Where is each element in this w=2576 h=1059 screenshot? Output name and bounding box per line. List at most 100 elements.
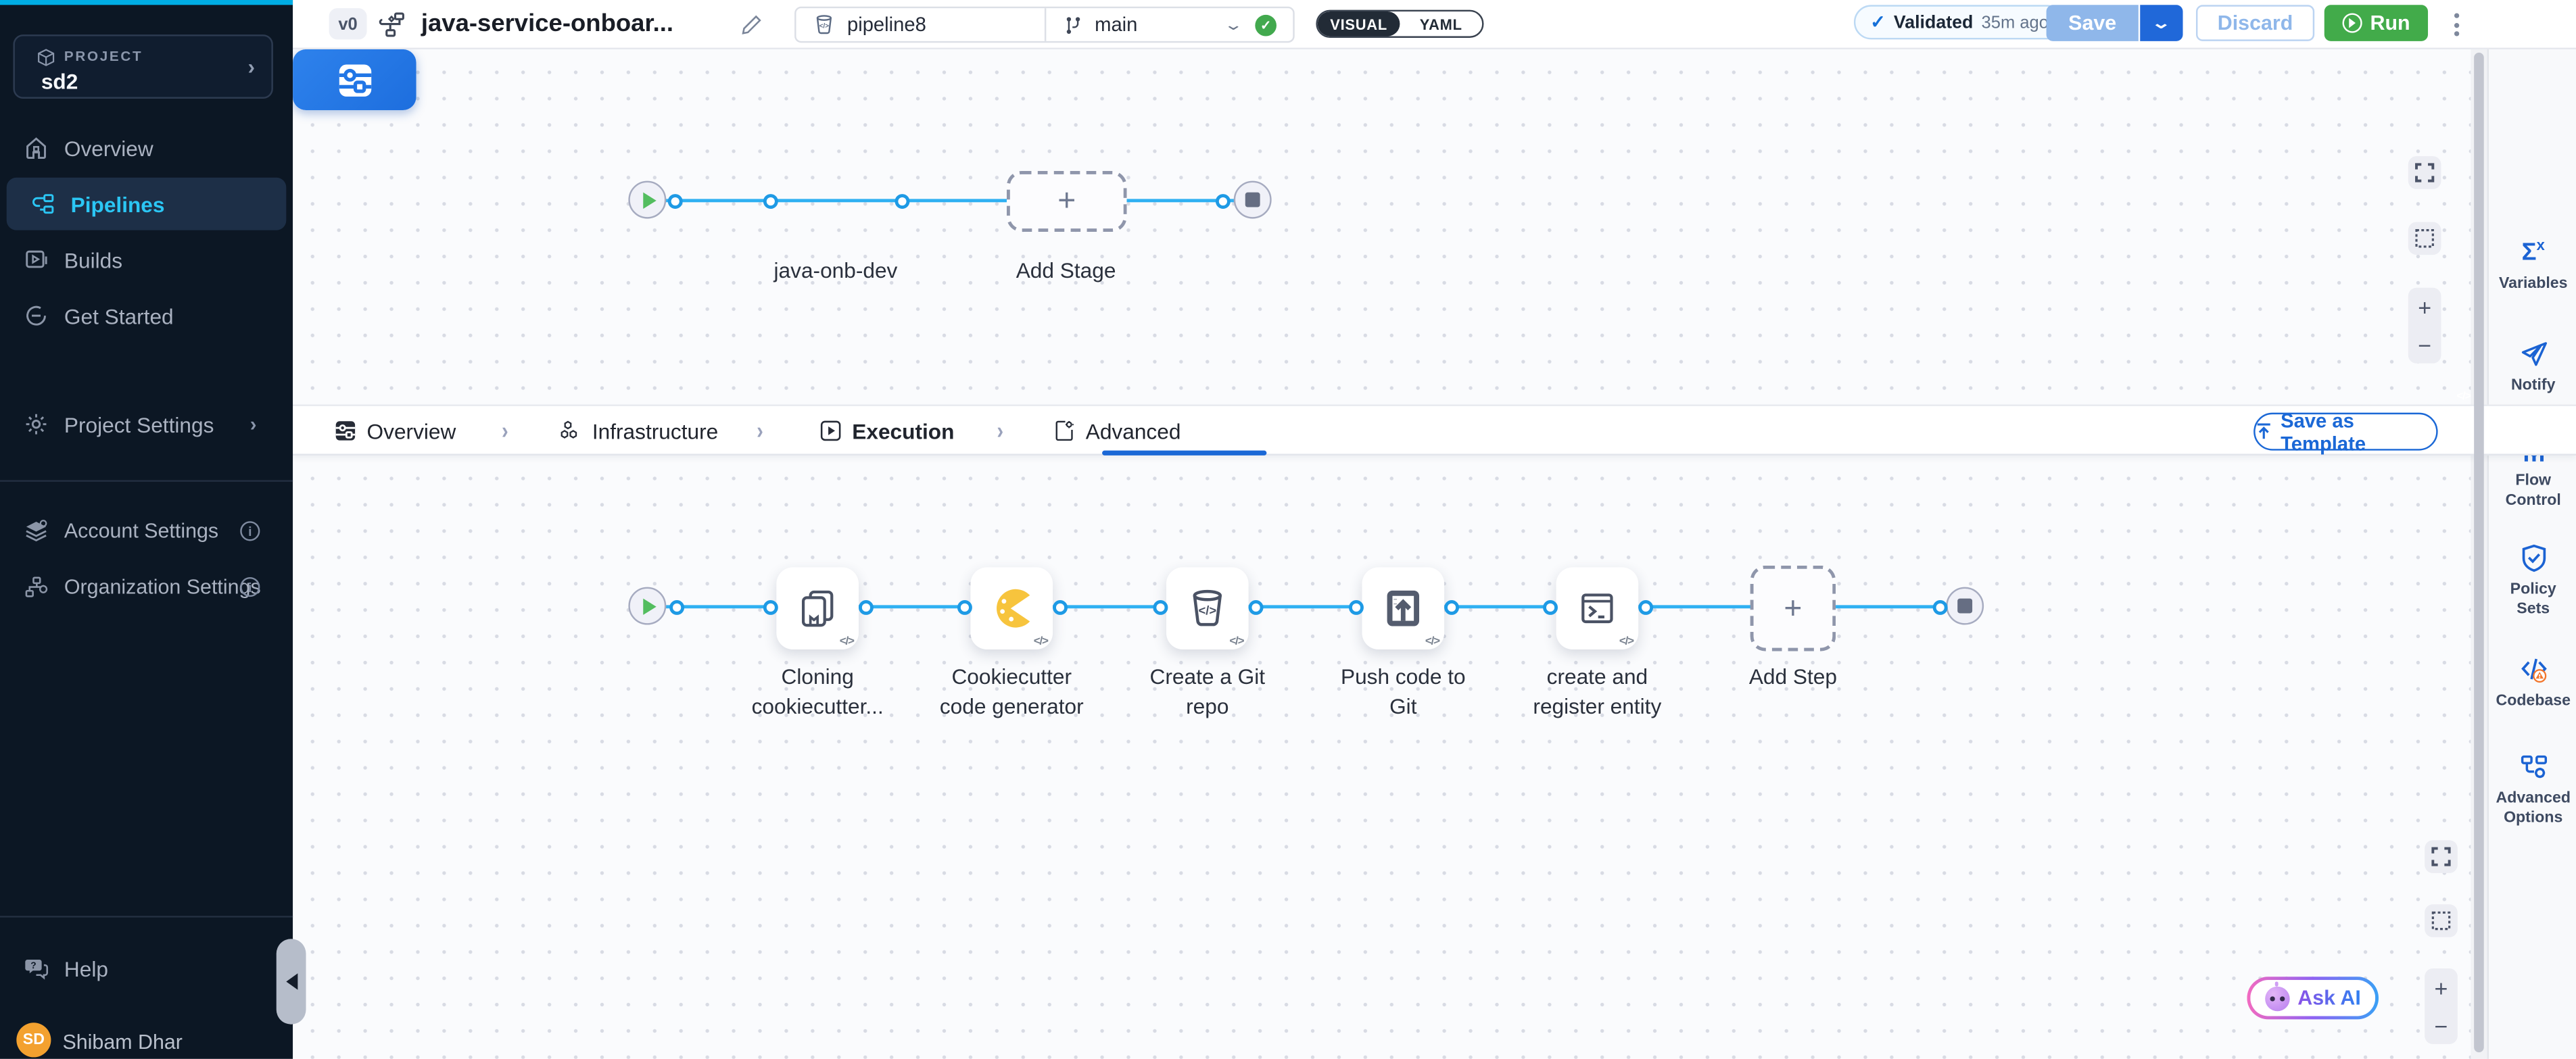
port (763, 194, 778, 209)
zoom-out-button[interactable]: − (2408, 326, 2441, 364)
port (957, 600, 972, 615)
toggle-yaml[interactable]: YAML (1400, 11, 1482, 36)
pipeline-select[interactable]: </> pipeline8 (796, 8, 1044, 41)
gear-icon (23, 411, 49, 437)
step-cloning-cookiecutter[interactable]: </> (776, 567, 859, 649)
tab-execution[interactable]: Execution (819, 406, 955, 455)
add-stage-label: Add Stage (976, 257, 1157, 287)
tab-separator-chevron: › (502, 417, 508, 445)
version-badge: v0 (329, 8, 367, 39)
info-icon[interactable]: i (240, 521, 260, 541)
toggle-visual[interactable]: VISUAL (1318, 11, 1400, 36)
branch-select[interactable]: main ⌄ ✓ (1045, 8, 1293, 41)
ask-ai-button[interactable]: Ask AI (2247, 977, 2379, 1019)
port (1249, 600, 1264, 615)
rail-item-variables[interactable]: Σx Variables (2489, 230, 2576, 295)
zoom-out-button[interactable]: − (2425, 1006, 2458, 1044)
get-started-icon (23, 303, 49, 329)
save-button[interactable]: Save (2047, 5, 2139, 41)
rail-item-notify[interactable]: Notify (2489, 339, 2576, 396)
sidebar-item-pipelines[interactable]: Pipelines (7, 178, 287, 230)
user-avatar[interactable]: SD (16, 1023, 51, 1057)
tab-advanced[interactable]: Advanced (1053, 406, 1180, 455)
pipeline-title: java-service-onboar... (421, 10, 673, 38)
selection-zoom-button[interactable] (2408, 222, 2441, 255)
add-step-button[interactable]: + (1750, 566, 1836, 651)
active-tab-underline (1102, 451, 1266, 455)
advanced-tab-icon (1053, 419, 1076, 442)
marquee-select-icon (2415, 228, 2435, 248)
step-push-code-to-git[interactable]: </> (1362, 567, 1444, 649)
port (668, 194, 683, 209)
step-label: Push code toGit (1310, 662, 1497, 722)
sidebar-item-builds[interactable]: Builds (0, 233, 293, 286)
execution-canvas[interactable]: </> </> </> </> (293, 455, 2476, 1059)
add-stage-button[interactable]: + (1007, 171, 1127, 232)
visual-yaml-toggle[interactable]: VISUAL YAML (1316, 10, 1483, 38)
user-name: Shibam Dhar (62, 1031, 182, 1054)
validated-time: 35m ago (1982, 12, 2049, 32)
selection-zoom-button[interactable] (2425, 904, 2458, 937)
play-icon (642, 191, 655, 207)
sidebar-item-help[interactable]: ? Help (0, 942, 293, 995)
validated-badge[interactable]: ✓ Validated 35m ago (1854, 5, 2065, 39)
pipeline-graph-icon (377, 10, 406, 40)
project-label: PROJECT (64, 48, 143, 64)
more-options-kebab[interactable] (2446, 8, 2466, 41)
rail-item-policy-sets[interactable]: PolicySets (2489, 543, 2576, 620)
sidebar-item-account-settings[interactable]: Account Settings i (0, 505, 293, 558)
pipeline-context-select: </> pipeline8 main ⌄ ✓ (794, 7, 1295, 43)
port (1543, 600, 1558, 615)
project-selector[interactable]: PROJECT sd2 › (13, 34, 272, 99)
stage-tabbar: Overview › Infrastructure › Execution › … (293, 405, 2576, 455)
repo-bucket-icon: </> (1186, 587, 1229, 630)
marquee-select-icon (2431, 911, 2451, 931)
execution-tab-icon (819, 419, 842, 442)
stage-connector-line (665, 199, 1235, 203)
info-icon[interactable]: i (240, 577, 260, 597)
tab-infrastructure[interactable]: Infrastructure (559, 406, 718, 455)
sidebar-item-organization-settings[interactable]: Organization Settings i (0, 561, 293, 614)
yaml-code-badge: </> (1229, 637, 1243, 648)
help-chat-icon: ? (23, 956, 49, 982)
run-button[interactable]: Run (2324, 5, 2428, 41)
edit-pencil-icon[interactable] (740, 13, 763, 36)
step-create-register-entity[interactable]: </> (1556, 567, 1639, 649)
tab-separator-chevron: › (757, 417, 763, 445)
fullscreen-button[interactable] (2425, 840, 2458, 873)
fullscreen-button[interactable] (2408, 156, 2441, 189)
svg-text:</>: </> (819, 22, 830, 30)
discard-button[interactable]: Discard (2196, 5, 2314, 41)
stage-end-node (1234, 181, 1272, 219)
zoom-in-button[interactable]: + (2425, 968, 2458, 1006)
port (1349, 600, 1364, 615)
pipelines-icon (30, 191, 56, 217)
chevron-right-icon: › (250, 413, 257, 436)
rail-item-advanced-options[interactable]: AdvancedOptions (2489, 752, 2576, 829)
step-label: Cloningcookiecutter... (723, 662, 911, 722)
collapse-arrow-icon (285, 973, 297, 989)
stop-icon (1957, 599, 1972, 614)
sidebar-item-get-started[interactable]: Get Started (0, 289, 293, 342)
yaml-code-badge: </> (1034, 637, 1048, 648)
chevron-down-icon: ⌄ (2151, 14, 2171, 32)
yaml-code-badge: </> (840, 637, 854, 648)
sidebar-item-project-settings[interactable]: Project Settings › (0, 398, 293, 451)
terminal-icon (1576, 587, 1619, 630)
canvas-scrollbar[interactable] (2474, 53, 2484, 1052)
port (1638, 600, 1653, 615)
step-cookiecutter-generator[interactable]: </> (970, 567, 1053, 649)
save-options-button[interactable]: ⌄ (2140, 5, 2183, 41)
tab-overview[interactable]: Overview (334, 406, 456, 455)
sidebar-item-overview[interactable]: Overview (0, 122, 293, 174)
sidebar-collapse-handle[interactable] (277, 939, 306, 1025)
save-as-template-button[interactable]: Save as Template (2253, 413, 2437, 451)
stage-canvas[interactable]: </> + java-onb-dev Add Stage + − (293, 49, 2476, 405)
rail-item-codebase[interactable]: Codebase (2489, 654, 2576, 712)
step-create-git-repo[interactable]: </> </> (1166, 567, 1249, 649)
zoom-in-button[interactable]: + (2408, 288, 2441, 326)
plus-icon: + (1784, 593, 1802, 624)
stage-node-java-onb-dev[interactable]: </> (293, 49, 416, 110)
project-name: sd2 (41, 69, 78, 93)
stage-label: java-onb-dev (745, 257, 926, 287)
